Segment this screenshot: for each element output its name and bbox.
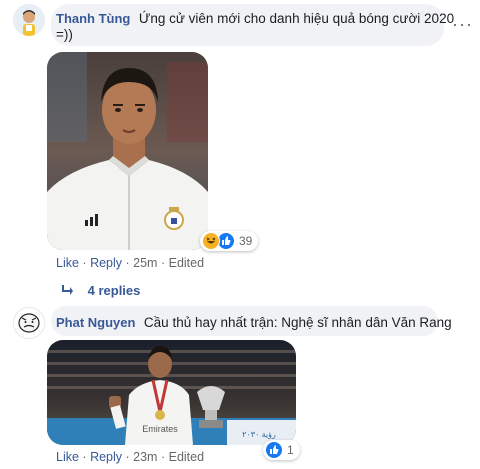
more-options-icon[interactable]: ···	[452, 14, 473, 35]
avatar-image	[13, 4, 45, 36]
comment-timestamp[interactable]: 23m	[133, 450, 157, 464]
reaction-count: 39	[239, 234, 253, 248]
comment-body-1: Thanh Tùng Ứng cử viên mới cho danh hiệu…	[56, 10, 454, 28]
reply-button[interactable]: Reply	[90, 450, 122, 464]
comment-text-continued: =))	[56, 27, 73, 42]
comment-actions-1: Like · Reply · 25m · Edited	[56, 256, 205, 270]
comment-timestamp[interactable]: 25m	[133, 256, 157, 270]
haha-reaction-icon	[202, 232, 220, 250]
comment-bubble-2: Phat Nguyen Cầu thủ hay nhất trận: Nghệ …	[51, 306, 452, 336]
svg-text:رؤية ٢٠٣٠: رؤية ٢٠٣٠	[242, 430, 276, 439]
avatar-thanh-tung[interactable]	[13, 4, 45, 36]
like-reaction-icon	[265, 441, 283, 459]
comment-actions-2: Like · Reply · 23m · Edited	[56, 450, 205, 464]
like-button[interactable]: Like	[56, 450, 79, 464]
edited-label[interactable]: Edited	[169, 450, 204, 464]
comment-body-2: Phat Nguyen Cầu thủ hay nhất trận: Nghệ …	[56, 314, 452, 332]
comment-author[interactable]: Thanh Tùng	[56, 11, 130, 26]
reply-arrow-icon	[62, 283, 76, 298]
comment-text: Cầu thủ hay nhất trận: Nghệ sĩ nhân dân …	[143, 315, 452, 330]
reaction-count: 1	[287, 443, 294, 457]
avatar-image	[14, 308, 44, 338]
comment-photo-2[interactable]: رؤية ٢٠٣٠ Emirates	[47, 340, 296, 445]
replies-count-label: 4 replies	[87, 283, 141, 298]
view-replies-link[interactable]: 4 replies	[62, 283, 140, 298]
player-portrait-image	[47, 52, 208, 250]
like-button[interactable]: Like	[56, 256, 79, 270]
edited-label[interactable]: Edited	[169, 256, 204, 270]
comment-bubble-1: Thanh Tùng Ứng cử viên mới cho danh hiệu…	[51, 4, 454, 46]
comment-text: Ứng cử viên mới cho danh hiệu quả bóng c…	[138, 11, 455, 26]
jersey-sponsor-text: Emirates	[142, 424, 178, 434]
reactions-summary-1[interactable]: 39	[200, 231, 259, 251]
comment-author[interactable]: Phat Nguyen	[56, 315, 135, 330]
comment-photo-1[interactable]	[47, 52, 208, 250]
reply-button[interactable]: Reply	[90, 256, 122, 270]
trophy-celebration-image: رؤية ٢٠٣٠ Emirates	[47, 340, 296, 445]
avatar-phat-nguyen[interactable]	[13, 307, 45, 339]
reactions-summary-2[interactable]: 1	[263, 440, 300, 460]
